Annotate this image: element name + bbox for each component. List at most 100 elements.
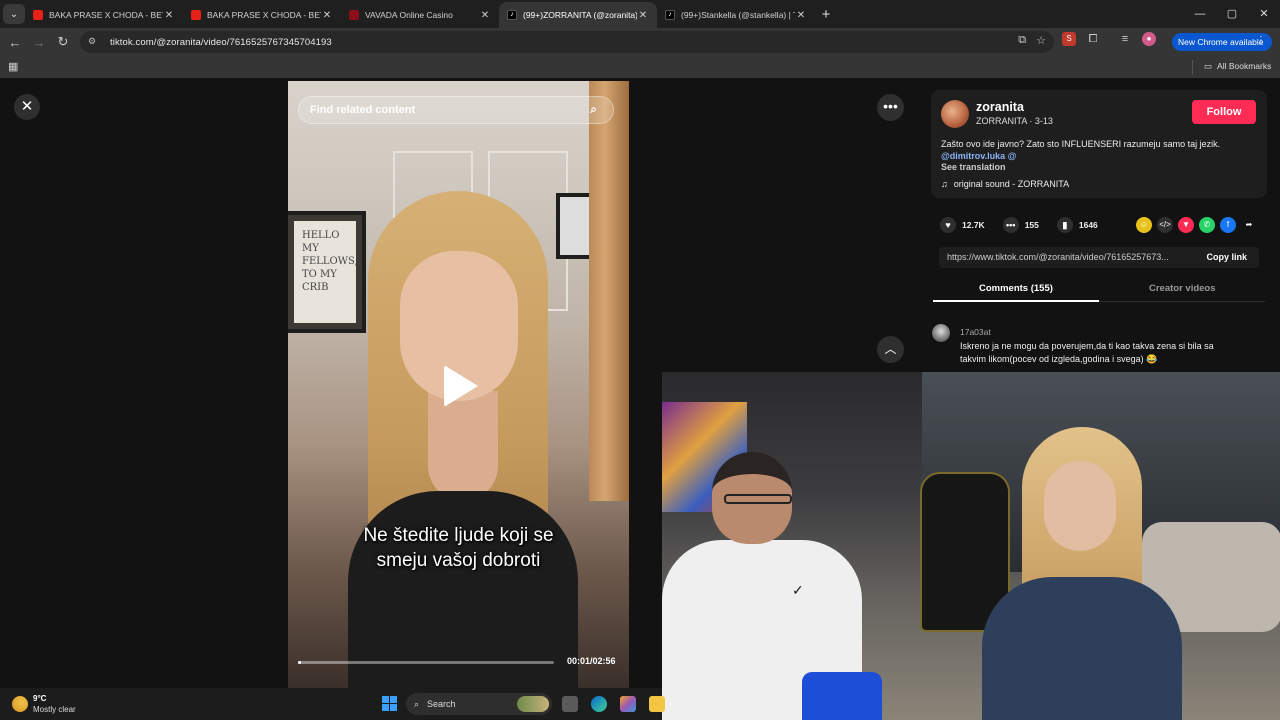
video-progress-bar[interactable] <box>298 661 554 664</box>
find-related-content-search[interactable]: Find related content ⌕ <box>298 96 614 124</box>
reading-list-icon[interactable]: ≡ <box>1118 32 1132 46</box>
weather-icon[interactable] <box>12 696 28 712</box>
caption-line: smeju vašoj dobroti <box>376 550 541 571</box>
window-controls: — ▢ ✕ <box>1184 0 1280 28</box>
browser-tab-active[interactable]: ♪ (99+)ZORRANITA (@zoranita) | ✕ <box>499 2 657 28</box>
new-chrome-label: New Chrome available <box>1178 37 1264 47</box>
mention-link[interactable]: @ <box>1008 151 1017 161</box>
search-placeholder: Find related content <box>310 104 416 116</box>
post-date: 3-13 <box>1034 116 1053 126</box>
back-icon[interactable]: ← <box>3 35 27 50</box>
comment-text: Iskreno ja ne mogu da poverujem,da ti ka… <box>960 341 1214 364</box>
new-chrome-available-button[interactable]: New Chrome available ⋮ <box>1172 33 1272 51</box>
woman-on-stream <box>962 427 1182 720</box>
browser-tab[interactable]: ♪ (99+)Stankella (@stankella) | Ti ✕ <box>657 2 815 28</box>
like-count: 12.7K <box>962 220 985 230</box>
tiktok-icon: ♪ <box>507 10 517 20</box>
site-info-icon[interactable]: ⚙ <box>88 36 100 48</box>
comment-count: 155 <box>1024 220 1039 230</box>
save-button[interactable]: ▮ 1646 <box>1056 217 1098 233</box>
forward-icon[interactable]: → <box>27 35 51 50</box>
tiktok-icon: ♪ <box>665 10 675 20</box>
close-tab-icon[interactable]: ✕ <box>163 10 175 21</box>
comment-username[interactable]: 17a03at <box>960 327 991 337</box>
send-to-friends-icon[interactable]: ▼ <box>1178 217 1194 233</box>
windows-taskbar: 9°C Mostly clear ⌕ Search <box>0 688 665 720</box>
close-window-icon[interactable]: ✕ <box>1248 0 1280 28</box>
previous-video-button[interactable]: ︿ <box>877 336 904 363</box>
tab-search-button[interactable]: ⌄ <box>3 4 25 24</box>
chevron-up-icon: ︿ <box>884 342 897 356</box>
more-dots-icon: ••• <box>883 98 898 114</box>
see-translation-link[interactable]: See translation <box>941 162 1006 172</box>
reload-icon[interactable]: ↻ <box>51 34 75 50</box>
browser-tab[interactable]: BAKA PRASE X CHODA - BETMI ✕ <box>183 2 341 28</box>
caption-line: Ne štedite ljude koji se <box>363 525 554 546</box>
close-tab-icon[interactable]: ✕ <box>795 10 807 21</box>
video-time: 00:01/02:56 <box>567 656 616 666</box>
facebook-icon[interactable]: f <box>1220 217 1236 233</box>
taskbar-search[interactable]: ⌕ Search <box>406 693 552 715</box>
new-tab-button[interactable]: + <box>815 6 837 23</box>
close-tab-icon[interactable]: ✕ <box>479 10 491 21</box>
emoji-share-icon[interactable]: ☺ <box>1136 217 1152 233</box>
tab-creator-videos[interactable]: Creator videos <box>1149 283 1216 294</box>
bookmark-star-icon[interactable]: ☆ <box>1036 34 1046 47</box>
copilot-icon[interactable] <box>620 696 636 712</box>
more-options-button[interactable]: ••• <box>877 94 904 121</box>
whatsapp-icon[interactable]: ✆ <box>1199 217 1215 233</box>
tab-title: (99+)ZORRANITA (@zoranita) | <box>523 10 637 20</box>
like-button[interactable]: ♥ 12.7K <box>940 217 985 233</box>
cast-icon[interactable]: ⧉ <box>1018 34 1026 47</box>
extensions-puzzle-icon[interactable]: ⧠ <box>1086 32 1100 46</box>
close-tab-icon[interactable]: ✕ <box>321 10 333 21</box>
weather-temperature: 9°C <box>33 694 47 703</box>
mention-link[interactable]: @dimitrov.luka <box>941 151 1005 161</box>
browser-tab[interactable]: BAKA PRASE X CHODA - BETMI ✕ <box>25 2 183 28</box>
tab-comments[interactable]: Comments (155) <box>979 283 1053 294</box>
avatar[interactable] <box>932 324 950 342</box>
maximize-icon[interactable]: ▢ <box>1216 0 1248 28</box>
comment-button[interactable]: ••• 155 <box>1002 217 1039 233</box>
menu-dots-icon[interactable]: ⋮ <box>1256 35 1266 46</box>
search-icon: ⌕ <box>414 698 420 709</box>
creator-username[interactable]: zoranita <box>976 100 1024 114</box>
tab-title: VAVADA Online Casino <box>365 10 453 20</box>
windows-start-icon[interactable] <box>382 696 397 711</box>
minimize-icon[interactable]: — <box>1184 0 1216 28</box>
sound-link[interactable]: ♫ original sound - ZORRANITA <box>941 179 1069 189</box>
follow-button[interactable]: Follow <box>1192 100 1256 124</box>
embed-code-icon[interactable]: </> <box>1157 217 1173 233</box>
all-bookmarks-button[interactable]: ▭ All Bookmarks <box>1204 61 1271 72</box>
divider <box>1192 60 1193 74</box>
heart-icon: ♥ <box>940 217 956 233</box>
weather-condition: Mostly clear <box>33 705 76 714</box>
youtube-icon <box>33 10 43 20</box>
edge-icon[interactable] <box>591 696 607 712</box>
youtube-icon <box>191 10 201 20</box>
close-video-button[interactable]: ✕ <box>14 94 40 120</box>
copy-link-row: https://www.tiktok.com/@zoranita/video/7… <box>939 247 1259 268</box>
taskbar-apps <box>562 696 665 712</box>
close-icon: ✕ <box>20 98 34 115</box>
profile-avatar-icon[interactable]: ● <box>1142 32 1156 46</box>
close-tab-icon[interactable]: ✕ <box>637 10 649 21</box>
copy-link-button[interactable]: Copy link <box>1206 252 1247 262</box>
video-link-text[interactable]: https://www.tiktok.com/@zoranita/video/7… <box>947 252 1191 262</box>
webcam-overlay: ✓ <box>662 372 1280 720</box>
task-view-icon[interactable] <box>562 696 578 712</box>
description-text: Zašto ovo ide javno? Zato sto INFLUENSER… <box>941 139 1221 149</box>
play-icon[interactable] <box>444 365 478 407</box>
browser-tab[interactable]: VAVADA Online Casino ✕ <box>341 2 499 28</box>
file-explorer-icon[interactable] <box>649 696 665 712</box>
apps-grid-icon[interactable]: ▦ <box>8 60 18 73</box>
video-player[interactable]: HELLO MY FELLOWS, TO MY CRIB Find relate… <box>288 81 629 688</box>
address-bar[interactable]: ⚙ tiktok.com/@zoranita/video/76165257673… <box>80 31 1054 53</box>
share-arrow-icon[interactable]: ➦ <box>1241 217 1257 233</box>
avatar[interactable] <box>941 100 969 128</box>
bookmark-icon: ▮ <box>1056 217 1073 233</box>
post-info-card: zoranita ZORRANITA · 3-13 Follow Zašto o… <box>931 90 1267 198</box>
extension-icon[interactable]: S <box>1062 32 1076 46</box>
search-icon[interactable]: ⌕ <box>590 102 597 117</box>
tab-title: (99+)Stankella (@stankella) | Ti <box>681 10 795 20</box>
